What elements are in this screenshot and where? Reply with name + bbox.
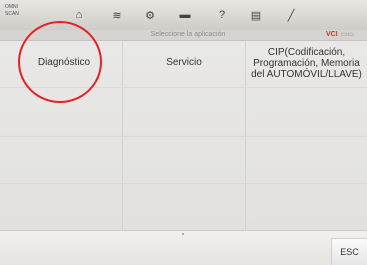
home-icon[interactable]: ⌂ [71,8,87,22]
brand-line-2: SCAN [5,11,19,17]
vehicle-lift-icon[interactable]: ≋ [109,8,125,22]
row-divider [0,136,367,137]
vci-status: VCI ▭▭ [326,31,354,39]
gear-icon[interactable]: ⚙ [142,8,158,22]
option-cip-line-2: Programación, Memoria [253,58,360,69]
brand-line-1: OMNI [5,4,19,10]
vci-label: VCI [326,31,338,38]
top-toolbar: OMNI SCAN ⌂ ≋ ⚙ ▬ ? ▤ ╱ [0,0,367,30]
application-grid: Diagnóstico Servicio CIP(Codificación, P… [0,41,367,230]
bottom-bar: ESC [0,230,367,265]
save-icon[interactable]: ▤ [248,8,264,22]
brand-logo: OMNI SCAN [5,4,31,24]
battery-icon: ▭▭ [340,31,354,38]
status-bar: Seleccione la aplicación VCI ▭▭ [0,30,367,41]
row-divider [0,183,367,184]
esc-button[interactable]: ESC [331,238,367,265]
pen-icon[interactable]: ╱ [283,8,299,22]
printer-icon[interactable]: ▬ [177,8,193,22]
option-cip-line-3: del AUTOMÓVIL/LLAVE) [251,69,362,80]
option-diagnostico[interactable]: Diagnóstico [8,57,120,68]
page-subtitle: Seleccione la aplicación [150,31,226,38]
help-icon[interactable]: ? [214,8,230,22]
row-divider [0,87,367,88]
option-cip-line-1: CIP(Codificación, [267,47,346,58]
option-cip[interactable]: CIP(Codificación, Programación, Memoria … [248,47,365,80]
page-indicator [182,233,184,235]
option-servicio[interactable]: Servicio [124,57,244,68]
